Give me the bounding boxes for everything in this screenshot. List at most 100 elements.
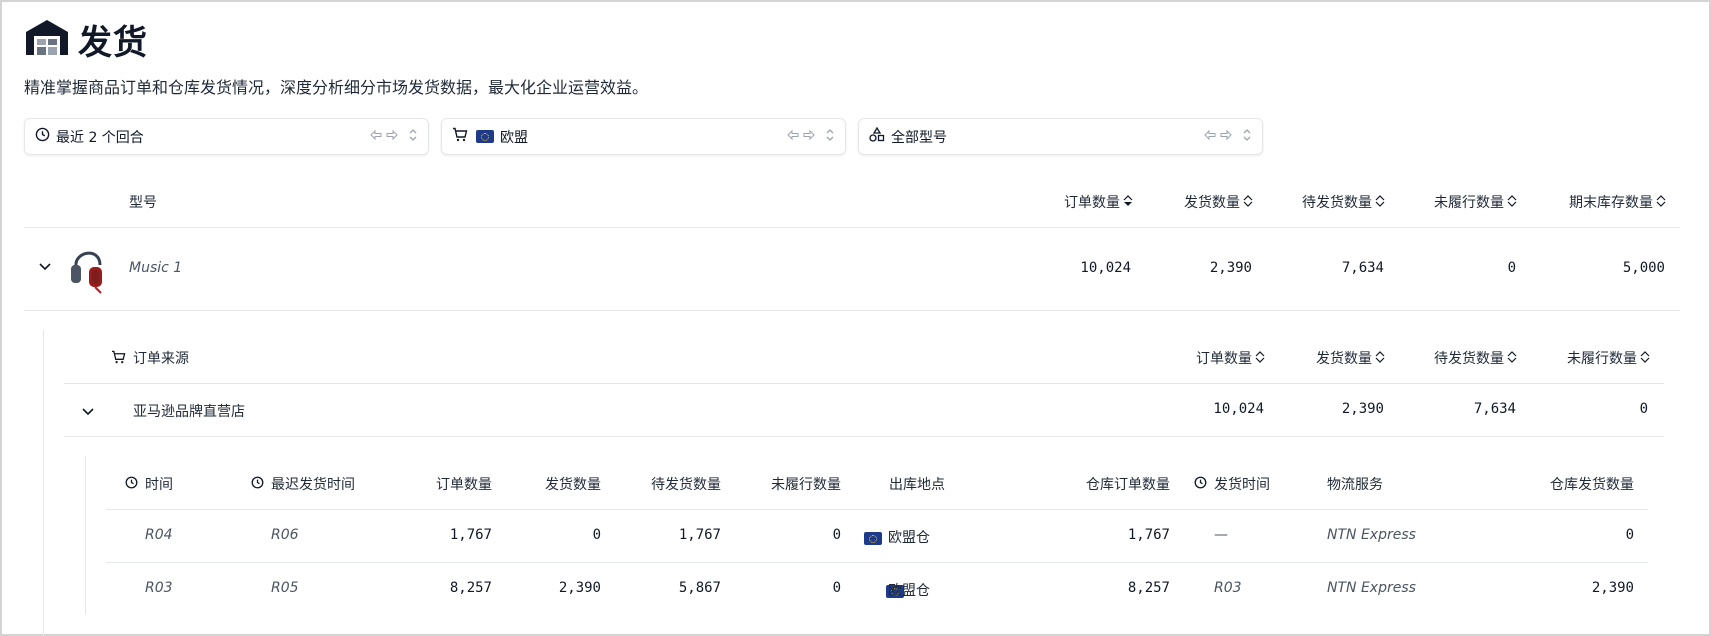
model-ending-stock: 5,000 bbox=[1622, 260, 1665, 276]
detail-logistics: NTN Express bbox=[1327, 527, 1416, 543]
detail-time: R04 bbox=[145, 527, 173, 543]
sort-icon[interactable] bbox=[1640, 351, 1650, 367]
detail-pending: 5,867 bbox=[678, 580, 721, 596]
col-header-unfulfilled[interactable]: 未履行数量 bbox=[1434, 192, 1517, 212]
divider bbox=[64, 383, 1664, 384]
shapes-icon bbox=[869, 126, 885, 146]
sort-icon[interactable] bbox=[1507, 351, 1517, 367]
prev-arrow-icon[interactable] bbox=[370, 129, 382, 145]
detail-time: R03 bbox=[145, 580, 173, 596]
detail-wh-shipped: 0 bbox=[1625, 527, 1634, 543]
col-header-orders[interactable]: 订单数量 bbox=[1196, 348, 1265, 368]
col-header-pending[interactable]: 待发货数量 bbox=[1434, 348, 1517, 368]
detail-shipped: 2,390 bbox=[558, 580, 601, 596]
col-header-time: 时间 bbox=[145, 477, 173, 493]
round-filter[interactable]: 最近 2 个回合 bbox=[24, 118, 429, 155]
clock-icon bbox=[125, 476, 138, 493]
detail-location: 欧盟仓 bbox=[888, 530, 930, 546]
detail-wh-orders: 1,767 bbox=[1127, 527, 1170, 543]
detail-unfulfilled: 0 bbox=[832, 580, 841, 596]
page-subtitle: 精准掌握商品订单和仓库发货情况，深度分析细分市场发货数据，最大化企业运营效益。 bbox=[24, 78, 649, 97]
next-arrow-icon[interactable] bbox=[803, 129, 815, 145]
cart-icon bbox=[111, 350, 126, 368]
sort-icon[interactable] bbox=[1255, 351, 1265, 367]
nest-guide bbox=[85, 456, 86, 614]
col-header-model: 型号 bbox=[129, 195, 157, 211]
cart-icon bbox=[452, 127, 468, 146]
model-filter-label: 全部型号 bbox=[891, 129, 947, 146]
eu-flag-icon bbox=[864, 531, 882, 545]
sort-icon[interactable] bbox=[1656, 195, 1666, 211]
detail-logistics: NTN Express bbox=[1327, 580, 1416, 596]
sort-icon[interactable] bbox=[1375, 351, 1385, 367]
detail-latest-ship: R05 bbox=[271, 580, 299, 596]
col-header-shipped: 发货数量 bbox=[545, 477, 601, 493]
col-header-logistics: 物流服务 bbox=[1327, 477, 1383, 493]
next-arrow-icon[interactable] bbox=[386, 129, 398, 145]
model-unfulfilled: 0 bbox=[1507, 260, 1516, 276]
divider bbox=[24, 310, 1680, 311]
model-pending: 7,634 bbox=[1341, 260, 1384, 276]
source-orders: 10,024 bbox=[1213, 401, 1264, 417]
prev-arrow-icon[interactable] bbox=[1204, 129, 1216, 145]
col-header-shipped[interactable]: 发货数量 bbox=[1316, 348, 1385, 368]
eu-flag-icon bbox=[476, 130, 494, 143]
model-name[interactable]: Music 1 bbox=[129, 260, 182, 276]
col-header-orders[interactable]: 订单数量 bbox=[1064, 192, 1133, 212]
col-header-ending-stock[interactable]: 期末库存数量 bbox=[1569, 192, 1666, 212]
col-header-latest-ship: 最迟发货时间 bbox=[271, 477, 355, 493]
col-header-orders: 订单数量 bbox=[436, 477, 492, 493]
divider bbox=[64, 436, 1664, 437]
source-pending: 7,634 bbox=[1473, 401, 1516, 417]
market-filter-label: 欧盟 bbox=[500, 129, 528, 146]
source-shipped: 2,390 bbox=[1341, 401, 1384, 417]
detail-shipped: 0 bbox=[592, 527, 601, 543]
page-title: 发货 bbox=[78, 22, 148, 63]
detail-ship-time: — bbox=[1214, 527, 1228, 543]
detail-wh-shipped: 2,390 bbox=[1591, 580, 1634, 596]
page-header: 发货 bbox=[24, 18, 148, 63]
col-header-location: 出库地点 bbox=[889, 477, 945, 493]
col-header-pending[interactable]: 待发货数量 bbox=[1302, 192, 1385, 212]
divider bbox=[106, 509, 1648, 510]
chevron-updown-icon[interactable] bbox=[825, 127, 835, 147]
nest-guide bbox=[43, 330, 44, 636]
market-filter[interactable]: 欧盟 bbox=[441, 118, 846, 155]
detail-location: 欧盟仓 bbox=[888, 583, 930, 599]
sort-desc-icon[interactable] bbox=[1123, 195, 1133, 211]
sort-icon[interactable] bbox=[1243, 195, 1253, 211]
detail-latest-ship: R06 bbox=[271, 527, 299, 543]
prev-arrow-icon[interactable] bbox=[787, 129, 799, 145]
sort-icon[interactable] bbox=[1507, 195, 1517, 211]
col-header-source: 订单来源 bbox=[133, 351, 189, 367]
chevron-down-icon[interactable] bbox=[38, 260, 52, 276]
clock-icon bbox=[251, 476, 264, 493]
source-name[interactable]: 亚马逊品牌直营店 bbox=[133, 401, 245, 421]
col-header-unfulfilled[interactable]: 未履行数量 bbox=[1567, 348, 1650, 368]
source-unfulfilled: 0 bbox=[1639, 401, 1648, 417]
detail-unfulfilled: 0 bbox=[832, 527, 841, 543]
detail-ship-time: R03 bbox=[1214, 580, 1242, 596]
next-arrow-icon[interactable] bbox=[1220, 129, 1232, 145]
warehouse-icon bbox=[24, 18, 70, 60]
model-filter[interactable]: 全部型号 bbox=[858, 118, 1263, 155]
model-shipped: 2,390 bbox=[1209, 260, 1252, 276]
chevron-updown-icon[interactable] bbox=[408, 127, 418, 147]
col-header-wh-orders: 仓库订单数量 bbox=[1086, 477, 1170, 493]
chevron-down-icon[interactable] bbox=[81, 405, 95, 421]
col-header-pending: 待发货数量 bbox=[651, 477, 721, 493]
col-header-ship-time: 发货时间 bbox=[1214, 477, 1270, 493]
detail-orders: 8,257 bbox=[449, 580, 492, 596]
col-header-unfulfilled: 未履行数量 bbox=[771, 477, 841, 493]
detail-orders: 1,767 bbox=[449, 527, 492, 543]
col-header-wh-shipped: 仓库发货数量 bbox=[1550, 477, 1634, 493]
clock-icon bbox=[35, 127, 50, 146]
clock-icon bbox=[1194, 476, 1207, 493]
model-orders: 10,024 bbox=[1080, 260, 1131, 276]
col-header-shipped[interactable]: 发货数量 bbox=[1184, 192, 1253, 212]
divider bbox=[106, 562, 1648, 563]
headphones-image bbox=[68, 243, 108, 299]
sort-icon[interactable] bbox=[1375, 195, 1385, 211]
round-filter-label: 最近 2 个回合 bbox=[56, 129, 144, 146]
chevron-updown-icon[interactable] bbox=[1242, 127, 1252, 147]
